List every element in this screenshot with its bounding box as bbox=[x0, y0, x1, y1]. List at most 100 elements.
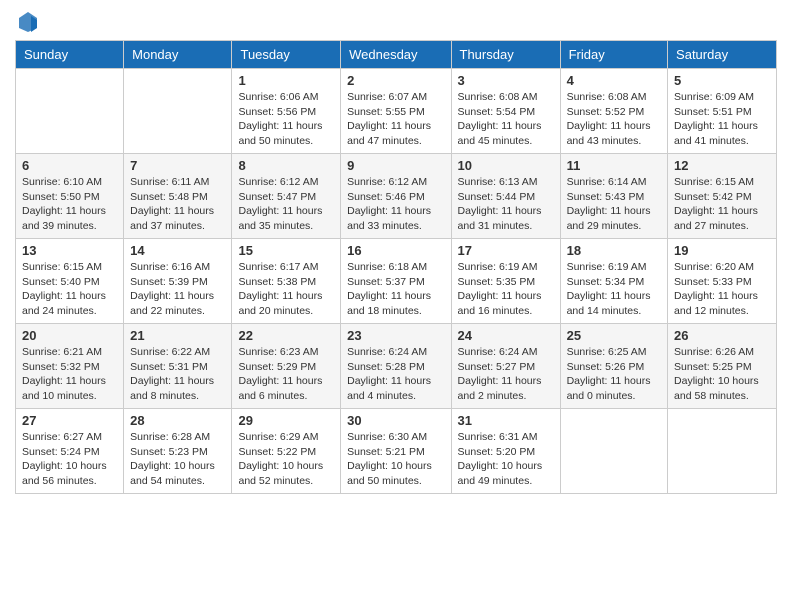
day-number: 12 bbox=[674, 158, 770, 173]
day-number: 17 bbox=[458, 243, 554, 258]
day-number: 22 bbox=[238, 328, 334, 343]
day-number: 3 bbox=[458, 73, 554, 88]
day-info: Sunrise: 6:10 AM Sunset: 5:50 PM Dayligh… bbox=[22, 175, 117, 234]
day-info: Sunrise: 6:28 AM Sunset: 5:23 PM Dayligh… bbox=[130, 430, 225, 489]
day-number: 15 bbox=[238, 243, 334, 258]
calendar-cell: 23 Sunrise: 6:24 AM Sunset: 5:28 PM Dayli… bbox=[341, 324, 451, 409]
day-info: Sunrise: 6:31 AM Sunset: 5:20 PM Dayligh… bbox=[458, 430, 554, 489]
calendar-cell: 31 Sunrise: 6:31 AM Sunset: 5:20 PM Dayli… bbox=[451, 409, 560, 494]
day-info: Sunrise: 6:08 AM Sunset: 5:54 PM Dayligh… bbox=[458, 90, 554, 149]
calendar-cell: 21 Sunrise: 6:22 AM Sunset: 5:31 PM Dayli… bbox=[124, 324, 232, 409]
calendar-week-row: 1Sunrise: 6:06 AM Sunset: 5:56 PM Daylig… bbox=[16, 69, 777, 154]
day-info: Sunrise: 6:12 AM Sunset: 5:47 PM Dayligh… bbox=[238, 175, 334, 234]
calendar-cell: 13 Sunrise: 6:15 AM Sunset: 5:40 PM Dayli… bbox=[16, 239, 124, 324]
day-number: 29 bbox=[238, 413, 334, 428]
weekday-header: Sunday bbox=[16, 41, 124, 69]
day-info: Sunrise: 6:24 AM Sunset: 5:28 PM Dayligh… bbox=[347, 345, 444, 404]
logo bbox=[15, 10, 39, 32]
calendar-cell: 6 Sunrise: 6:10 AM Sunset: 5:50 PM Daylig… bbox=[16, 154, 124, 239]
weekday-header: Friday bbox=[560, 41, 667, 69]
weekday-header: Thursday bbox=[451, 41, 560, 69]
day-info: Sunrise: 6:17 AM Sunset: 5:38 PM Dayligh… bbox=[238, 260, 334, 319]
calendar-cell: 26Sunrise: 6:26 AM Sunset: 5:25 PM Dayli… bbox=[668, 324, 777, 409]
calendar-cell: 12 Sunrise: 6:15 AM Sunset: 5:42 PM Dayli… bbox=[668, 154, 777, 239]
calendar-cell: 2Sunrise: 6:07 AM Sunset: 5:55 PM Daylig… bbox=[341, 69, 451, 154]
day-info: Sunrise: 6:27 AM Sunset: 5:24 PM Dayligh… bbox=[22, 430, 117, 489]
day-number: 2 bbox=[347, 73, 444, 88]
calendar-cell bbox=[668, 409, 777, 494]
calendar-cell: 24 Sunrise: 6:24 AM Sunset: 5:27 PM Dayli… bbox=[451, 324, 560, 409]
calendar-cell: 9Sunrise: 6:12 AM Sunset: 5:46 PM Daylig… bbox=[341, 154, 451, 239]
day-number: 14 bbox=[130, 243, 225, 258]
day-info: Sunrise: 6:15 AM Sunset: 5:42 PM Dayligh… bbox=[674, 175, 770, 234]
calendar-cell: 18 Sunrise: 6:19 AM Sunset: 5:34 PM Dayli… bbox=[560, 239, 667, 324]
day-number: 21 bbox=[130, 328, 225, 343]
day-number: 6 bbox=[22, 158, 117, 173]
calendar-cell: 19 Sunrise: 6:20 AM Sunset: 5:33 PM Dayli… bbox=[668, 239, 777, 324]
day-number: 23 bbox=[347, 328, 444, 343]
calendar-cell: 4Sunrise: 6:08 AM Sunset: 5:52 PM Daylig… bbox=[560, 69, 667, 154]
calendar-cell: 29 Sunrise: 6:29 AM Sunset: 5:22 PM Dayli… bbox=[232, 409, 341, 494]
day-info: Sunrise: 6:16 AM Sunset: 5:39 PM Dayligh… bbox=[130, 260, 225, 319]
day-number: 10 bbox=[458, 158, 554, 173]
day-info: Sunrise: 6:24 AM Sunset: 5:27 PM Dayligh… bbox=[458, 345, 554, 404]
day-info: Sunrise: 6:19 AM Sunset: 5:34 PM Dayligh… bbox=[567, 260, 661, 319]
calendar-cell bbox=[560, 409, 667, 494]
day-info: Sunrise: 6:29 AM Sunset: 5:22 PM Dayligh… bbox=[238, 430, 334, 489]
calendar-cell: 11 Sunrise: 6:14 AM Sunset: 5:43 PM Dayli… bbox=[560, 154, 667, 239]
calendar-cell: 16 Sunrise: 6:18 AM Sunset: 5:37 PM Dayli… bbox=[341, 239, 451, 324]
calendar-cell: 28 Sunrise: 6:28 AM Sunset: 5:23 PM Dayli… bbox=[124, 409, 232, 494]
day-number: 28 bbox=[130, 413, 225, 428]
day-info: Sunrise: 6:20 AM Sunset: 5:33 PM Dayligh… bbox=[674, 260, 770, 319]
day-number: 18 bbox=[567, 243, 661, 258]
calendar-cell: 7 Sunrise: 6:11 AM Sunset: 5:48 PM Daylig… bbox=[124, 154, 232, 239]
day-info: Sunrise: 6:09 AM Sunset: 5:51 PM Dayligh… bbox=[674, 90, 770, 149]
day-info: Sunrise: 6:22 AM Sunset: 5:31 PM Dayligh… bbox=[130, 345, 225, 404]
day-info: Sunrise: 6:08 AM Sunset: 5:52 PM Dayligh… bbox=[567, 90, 661, 149]
page: SundayMondayTuesdayWednesdayThursdayFrid… bbox=[0, 0, 792, 612]
day-number: 27 bbox=[22, 413, 117, 428]
header bbox=[15, 10, 777, 32]
day-number: 30 bbox=[347, 413, 444, 428]
weekday-header: Wednesday bbox=[341, 41, 451, 69]
day-number: 25 bbox=[567, 328, 661, 343]
day-number: 31 bbox=[458, 413, 554, 428]
calendar-cell: 25 Sunrise: 6:25 AM Sunset: 5:26 PM Dayli… bbox=[560, 324, 667, 409]
calendar-cell: 10 Sunrise: 6:13 AM Sunset: 5:44 PM Dayli… bbox=[451, 154, 560, 239]
day-info: Sunrise: 6:25 AM Sunset: 5:26 PM Dayligh… bbox=[567, 345, 661, 404]
day-info: Sunrise: 6:11 AM Sunset: 5:48 PM Dayligh… bbox=[130, 175, 225, 234]
day-info: Sunrise: 6:30 AM Sunset: 5:21 PM Dayligh… bbox=[347, 430, 444, 489]
day-info: Sunrise: 6:23 AM Sunset: 5:29 PM Dayligh… bbox=[238, 345, 334, 404]
calendar-week-row: 20 Sunrise: 6:21 AM Sunset: 5:32 PM Dayli… bbox=[16, 324, 777, 409]
calendar-cell: 15 Sunrise: 6:17 AM Sunset: 5:38 PM Dayli… bbox=[232, 239, 341, 324]
day-info: Sunrise: 6:19 AM Sunset: 5:35 PM Dayligh… bbox=[458, 260, 554, 319]
calendar-week-row: 27 Sunrise: 6:27 AM Sunset: 5:24 PM Dayli… bbox=[16, 409, 777, 494]
day-info: Sunrise: 6:18 AM Sunset: 5:37 PM Dayligh… bbox=[347, 260, 444, 319]
calendar-cell bbox=[16, 69, 124, 154]
calendar-header-row: SundayMondayTuesdayWednesdayThursdayFrid… bbox=[16, 41, 777, 69]
day-number: 26 bbox=[674, 328, 770, 343]
day-number: 16 bbox=[347, 243, 444, 258]
logo-icon bbox=[17, 10, 39, 32]
weekday-header: Saturday bbox=[668, 41, 777, 69]
calendar-week-row: 6 Sunrise: 6:10 AM Sunset: 5:50 PM Daylig… bbox=[16, 154, 777, 239]
day-number: 19 bbox=[674, 243, 770, 258]
day-info: Sunrise: 6:13 AM Sunset: 5:44 PM Dayligh… bbox=[458, 175, 554, 234]
calendar-week-row: 13 Sunrise: 6:15 AM Sunset: 5:40 PM Dayli… bbox=[16, 239, 777, 324]
day-number: 8 bbox=[238, 158, 334, 173]
calendar-cell: 3 Sunrise: 6:08 AM Sunset: 5:54 PM Daylig… bbox=[451, 69, 560, 154]
calendar-cell: 30 Sunrise: 6:30 AM Sunset: 5:21 PM Dayli… bbox=[341, 409, 451, 494]
day-number: 24 bbox=[458, 328, 554, 343]
weekday-header: Tuesday bbox=[232, 41, 341, 69]
day-number: 1 bbox=[238, 73, 334, 88]
day-info: Sunrise: 6:15 AM Sunset: 5:40 PM Dayligh… bbox=[22, 260, 117, 319]
day-number: 20 bbox=[22, 328, 117, 343]
day-info: Sunrise: 6:21 AM Sunset: 5:32 PM Dayligh… bbox=[22, 345, 117, 404]
day-number: 7 bbox=[130, 158, 225, 173]
calendar-cell: 27 Sunrise: 6:27 AM Sunset: 5:24 PM Dayli… bbox=[16, 409, 124, 494]
day-number: 9 bbox=[347, 158, 444, 173]
day-number: 13 bbox=[22, 243, 117, 258]
day-number: 5 bbox=[674, 73, 770, 88]
day-info: Sunrise: 6:14 AM Sunset: 5:43 PM Dayligh… bbox=[567, 175, 661, 234]
day-number: 11 bbox=[567, 158, 661, 173]
